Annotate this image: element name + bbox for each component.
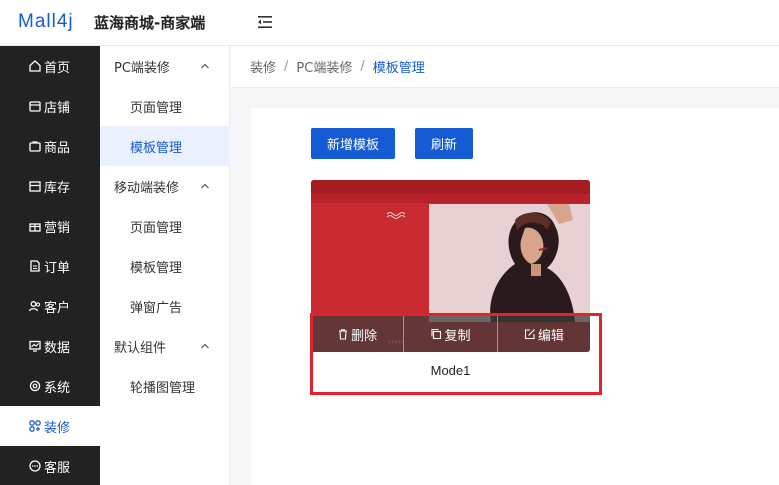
breadcrumb-current: 模板管理 xyxy=(372,61,425,76)
subnav-item-label: 轮播图管理 xyxy=(130,380,196,396)
sidebar-item-stock[interactable]: 库存 xyxy=(0,166,100,206)
decorate-icon xyxy=(29,420,41,432)
sidebar-item-label: 客服 xyxy=(44,460,71,476)
users-icon xyxy=(28,301,41,312)
subnav-group-mobile[interactable]: 移动端装修 xyxy=(100,166,230,206)
sidebar-item-shop[interactable]: 店铺 xyxy=(0,86,100,126)
subnav-group-default[interactable]: 默认组件 xyxy=(100,326,230,366)
add-template-button[interactable]: 新增模板 xyxy=(311,128,395,159)
sidebar-item-decorate[interactable]: 装修 xyxy=(0,406,100,446)
subnav-item-carousel[interactable]: 轮播图管理 xyxy=(100,366,230,406)
sidebar-item-label: 库存 xyxy=(44,180,71,196)
home-icon xyxy=(29,60,41,72)
primary-sidebar: 首页 店铺 商品 库存 营销 订单 客户 数据 系统 装修 客服 xyxy=(0,46,100,485)
subnav-group-label: PC端装修 xyxy=(114,60,170,76)
chart-icon xyxy=(29,340,41,352)
sidebar-item-marketing[interactable]: 营销 xyxy=(0,206,100,246)
breadcrumb-item[interactable]: 装修 xyxy=(250,57,276,76)
subnav-group-label: 默认组件 xyxy=(114,340,167,356)
breadcrumb-item[interactable]: PC端装修 xyxy=(296,57,352,76)
sidebar-item-home[interactable]: 首页 xyxy=(0,46,100,86)
subnav-group-pc[interactable]: PC端装修 xyxy=(100,46,230,86)
refresh-button[interactable]: 刷新 xyxy=(415,128,473,159)
sidebar-item-goods[interactable]: 商品 xyxy=(0,126,100,166)
shop-icon xyxy=(29,101,41,112)
goods-icon xyxy=(29,141,41,152)
sidebar-item-label: 店铺 xyxy=(44,100,71,116)
subnav-item-mobile-pages[interactable]: 页面管理 xyxy=(100,206,230,246)
order-icon xyxy=(30,260,40,272)
sidebar-item-label: 订单 xyxy=(44,260,71,276)
sidebar-item-system[interactable]: 系统 xyxy=(0,366,100,406)
breadcrumb-separator: / xyxy=(284,59,289,74)
breadcrumb-separator: / xyxy=(360,59,365,74)
subnav-item-label: 弹窗广告 xyxy=(130,300,183,316)
breadcrumb: 装修 / PC端装修 / 模板管理 xyxy=(231,46,779,88)
menu-fold-icon[interactable] xyxy=(256,13,274,31)
subnav-item-label: 模板管理 xyxy=(130,140,183,156)
sidebar-item-label: 客户 xyxy=(44,300,71,316)
chevron-up-icon xyxy=(201,343,209,349)
sidebar-item-label: 商品 xyxy=(44,140,71,156)
logo: Mall4j xyxy=(18,11,74,32)
sidebar-item-label: 数据 xyxy=(44,340,71,356)
sidebar-item-service[interactable]: 客服 xyxy=(0,446,100,485)
brand-title: 蓝海商城-商家端 xyxy=(94,14,206,32)
subnav-item-label: 页面管理 xyxy=(130,220,183,236)
sidebar-item-label: 装修 xyxy=(44,420,71,436)
secondary-sidebar: PC端装修 页面管理 模板管理 移动端装修 页面管理 模板管理 弹窗广告 默认组… xyxy=(100,46,230,485)
chat-icon xyxy=(29,460,41,472)
subnav-item-pc-pages[interactable]: 页面管理 xyxy=(100,86,230,126)
gear-icon xyxy=(29,380,41,392)
sidebar-item-label: 营销 xyxy=(44,220,71,236)
subnav-item-popup-ads[interactable]: 弹窗广告 xyxy=(100,286,230,326)
subnav-item-mobile-templates[interactable]: 模板管理 xyxy=(100,246,230,286)
subnav-item-pc-templates[interactable]: 模板管理 xyxy=(100,126,230,166)
chevron-up-icon xyxy=(201,63,209,69)
top-header: Mall4j 蓝海商城-商家端 xyxy=(0,0,779,46)
subnav-item-label: 模板管理 xyxy=(130,260,183,276)
subnav-item-label: 页面管理 xyxy=(130,100,183,116)
sidebar-item-customers[interactable]: 客户 xyxy=(0,286,100,326)
chevron-up-icon xyxy=(201,183,209,189)
stock-icon xyxy=(29,181,41,192)
sidebar-item-data[interactable]: 数据 xyxy=(0,326,100,366)
highlight-box xyxy=(310,313,602,395)
sidebar-item-label: 首页 xyxy=(44,60,71,76)
sidebar-item-label: 系统 xyxy=(44,380,71,396)
sidebar-item-orders[interactable]: 订单 xyxy=(0,246,100,286)
gift-icon xyxy=(29,223,41,232)
subnav-group-label: 移动端装修 xyxy=(114,180,180,196)
